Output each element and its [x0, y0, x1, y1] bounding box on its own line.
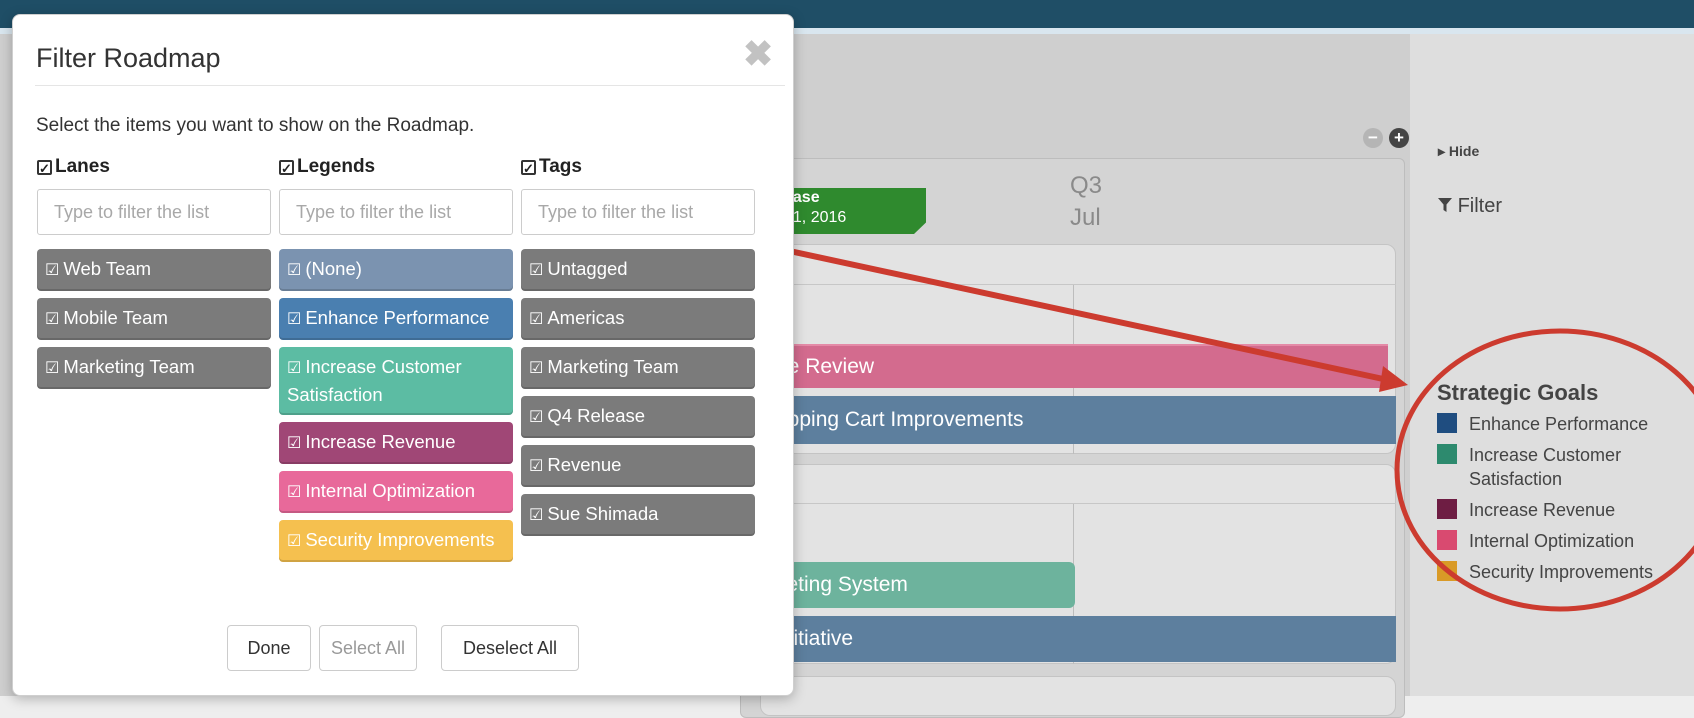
checkbox-checked-icon[interactable]: ☑: [287, 435, 301, 452]
select-all-button[interactable]: Select All: [319, 625, 417, 671]
legends-filter-input[interactable]: [279, 189, 513, 235]
filter-chip-label: Enhance Performance: [305, 307, 490, 328]
close-icon[interactable]: ✖: [743, 33, 773, 75]
modal-divider: [35, 85, 785, 86]
modal-description: Select the items you want to show on the…: [36, 115, 475, 136]
filter-chip[interactable]: ☑ Sue Shimada: [521, 494, 755, 536]
checkbox-checked-icon[interactable]: ✓: [37, 159, 52, 175]
filter-chip[interactable]: ☑ Internal Optimization: [279, 471, 513, 513]
filter-chip-label: Web Team: [63, 258, 152, 279]
filter-chip[interactable]: ☑ Marketing Team: [521, 347, 755, 389]
deselect-all-button[interactable]: Deselect All: [441, 625, 579, 671]
checkbox-checked-icon[interactable]: ☑: [287, 533, 301, 550]
checkbox-checked-icon[interactable]: ☑: [45, 262, 59, 279]
filter-chip[interactable]: ☑ Revenue: [521, 445, 755, 487]
legends-header[interactable]: ✓ Legends: [279, 156, 375, 178]
lanes-header[interactable]: ✓ Lanes: [37, 156, 110, 178]
checkbox-checked-icon[interactable]: ☑: [287, 262, 301, 279]
filter-chip-label: (None): [305, 258, 362, 279]
filter-chip-label: Increase Customer Satisfaction: [287, 356, 462, 405]
filter-chip[interactable]: ☑ Security Improvements: [279, 520, 513, 562]
checkbox-checked-icon[interactable]: ☑: [529, 262, 543, 279]
checkbox-checked-icon[interactable]: ☑: [287, 311, 301, 328]
tags-filter-input[interactable]: [521, 189, 755, 235]
filter-chip[interactable]: ☑ Mobile Team: [37, 298, 271, 340]
tags-header[interactable]: ✓ Tags: [521, 156, 582, 178]
tags-list: ☑ Untagged ☑ Americas ☑ Marketing Team ☑ Q4 Rel…: [521, 249, 755, 543]
filter-chip-label: Marketing Team: [547, 356, 679, 377]
filter-chip-label: Increase Revenue: [305, 431, 456, 452]
checkbox-checked-icon[interactable]: ☑: [529, 360, 543, 377]
checkbox-checked-icon[interactable]: ✓: [521, 159, 536, 175]
filter-chip-label: Q4 Release: [547, 405, 646, 426]
checkbox-checked-icon[interactable]: ☑: [287, 484, 301, 501]
checkbox-checked-icon[interactable]: ☑: [529, 311, 543, 328]
filter-chip-label: Untagged: [547, 258, 628, 279]
filter-roadmap-modal: Filter Roadmap ✖ Select the items you wa…: [12, 14, 794, 696]
checkbox-checked-icon[interactable]: ☑: [529, 458, 543, 475]
lanes-list: ☑ Web Team ☑ Mobile Team ☑ Marketing Team: [37, 249, 271, 396]
checkbox-checked-icon[interactable]: ☑: [529, 507, 543, 524]
filter-chip-label: Americas: [547, 307, 625, 328]
checkbox-checked-icon[interactable]: ☑: [529, 409, 543, 426]
filter-chip[interactable]: ☑ Web Team: [37, 249, 271, 291]
filter-chip-label: Revenue: [547, 454, 622, 475]
filter-chip-label: Security Improvements: [305, 529, 495, 550]
filter-chip[interactable]: ☑ Increase Customer Satisfaction: [279, 347, 513, 415]
checkbox-checked-icon[interactable]: ✓: [279, 159, 294, 175]
filter-chip-label: Sue Shimada: [547, 503, 659, 524]
filter-chip[interactable]: ☑ Increase Revenue: [279, 422, 513, 464]
filter-chip[interactable]: ☑ Enhance Performance: [279, 298, 513, 340]
checkbox-checked-icon[interactable]: ☑: [287, 360, 301, 377]
legends-header-label: Legends: [297, 156, 376, 177]
checkbox-checked-icon[interactable]: ☑: [45, 360, 59, 377]
filter-chip[interactable]: ☑ (None): [279, 249, 513, 291]
filter-chip-label: Internal Optimization: [305, 480, 476, 501]
filter-chip[interactable]: ☑ Americas: [521, 298, 755, 340]
filter-chip[interactable]: ☑ Marketing Team: [37, 347, 271, 389]
checkbox-checked-icon[interactable]: ☑: [45, 311, 59, 328]
filter-chip[interactable]: ☑ Q4 Release: [521, 396, 755, 438]
lanes-filter-input[interactable]: [37, 189, 271, 235]
lanes-header-label: Lanes: [55, 156, 110, 177]
filter-chip-label: Mobile Team: [63, 307, 168, 328]
filter-chip-label: Marketing Team: [63, 356, 195, 377]
done-button[interactable]: Done: [227, 625, 311, 671]
filter-chip[interactable]: ☑ Untagged: [521, 249, 755, 291]
modal-title: Filter Roadmap: [36, 43, 221, 73]
tags-header-label: Tags: [539, 156, 582, 177]
legends-list: ☑ (None) ☑ Enhance Performance ☑ Increase Cus…: [279, 249, 513, 569]
